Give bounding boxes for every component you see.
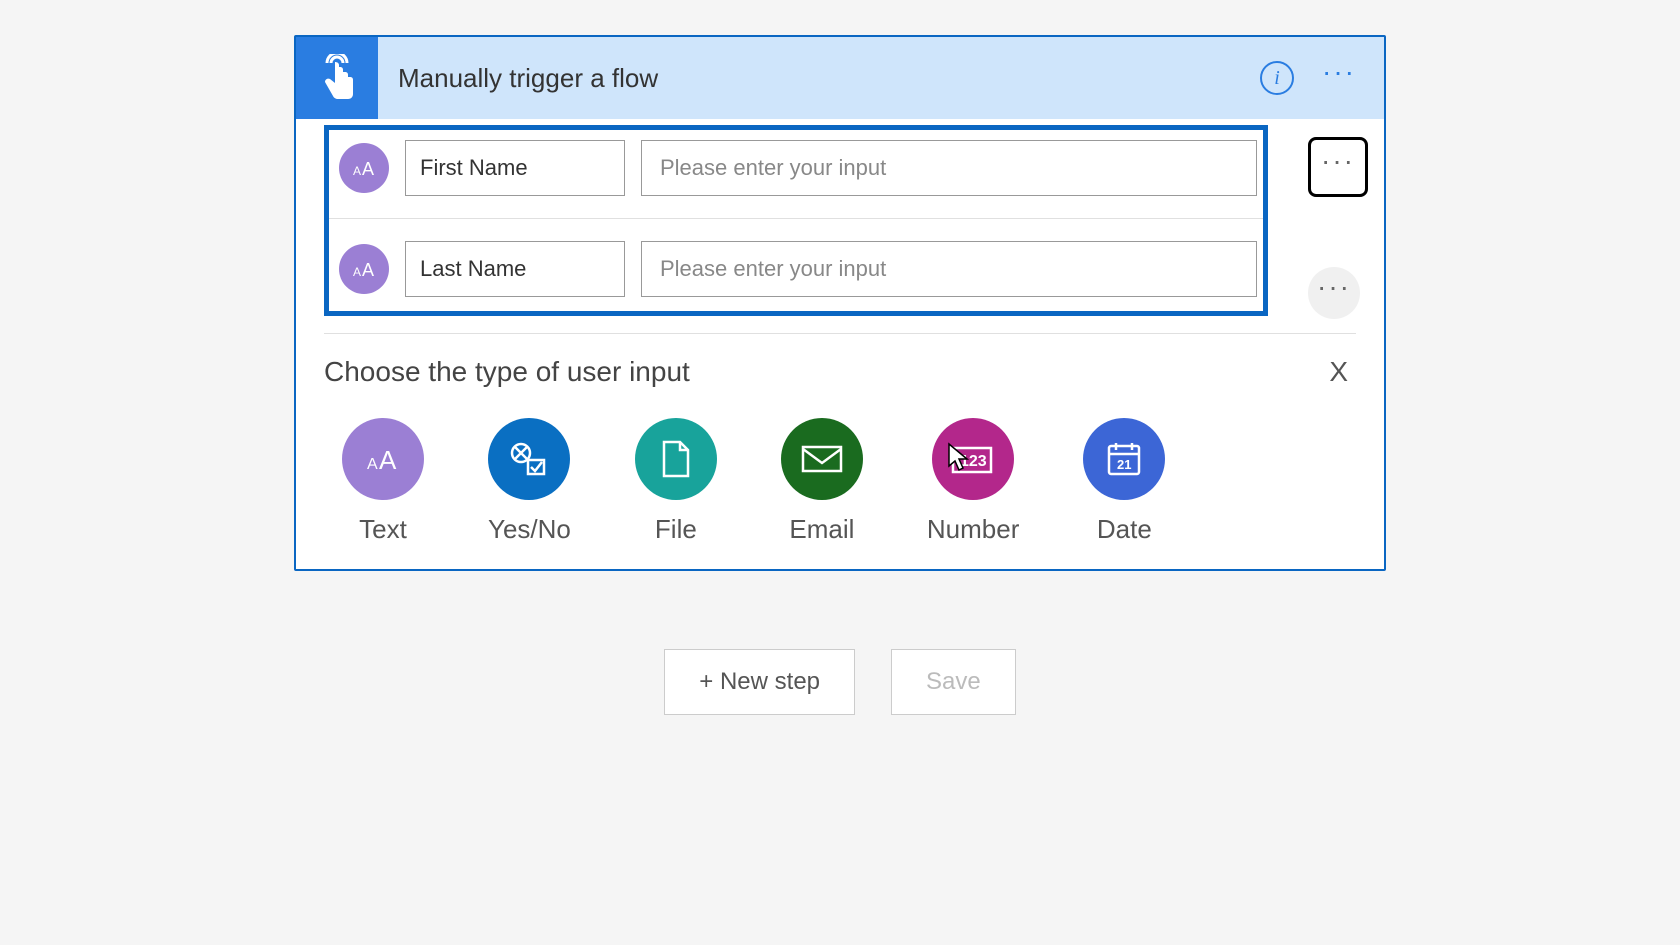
section-divider: [324, 333, 1356, 334]
svg-text:A: A: [353, 265, 361, 279]
trigger-icon-box: [296, 37, 378, 119]
svg-text:21: 21: [1117, 457, 1131, 472]
trigger-card: Manually trigger a flow i ··· A A: [294, 35, 1386, 571]
yesno-icon: [488, 418, 570, 500]
type-label: Date: [1097, 514, 1152, 545]
touch-icon: [315, 54, 359, 102]
trigger-header[interactable]: Manually trigger a flow i ···: [296, 37, 1384, 119]
row-divider: [329, 218, 1263, 219]
type-label: Yes/No: [488, 514, 571, 545]
input-value-field[interactable]: [641, 140, 1257, 196]
input-name-field[interactable]: [405, 241, 625, 297]
input-type-picker-title: Choose the type of user input: [324, 356, 690, 388]
svg-text:A: A: [353, 164, 361, 178]
svg-text:123: 123: [960, 453, 987, 470]
close-button[interactable]: X: [1321, 356, 1356, 388]
type-option-number[interactable]: 123 Number: [927, 418, 1019, 545]
trigger-menu-button[interactable]: ···: [1322, 58, 1356, 86]
input-item-menu-button[interactable]: ···: [1308, 137, 1368, 197]
input-row-first-name: A A: [329, 130, 1263, 206]
input-value-field[interactable]: [641, 241, 1257, 297]
type-option-file[interactable]: File: [635, 418, 717, 545]
input-type-picker: Choose the type of user input X A A Text: [296, 348, 1384, 569]
type-label: Email: [789, 514, 854, 545]
new-step-button[interactable]: + New step: [664, 649, 855, 715]
footer-buttons: + New step Save: [294, 649, 1386, 715]
type-label: Number: [927, 514, 1019, 545]
input-row-last-name: A A: [329, 231, 1263, 307]
trigger-title: Manually trigger a flow: [378, 63, 1260, 94]
type-option-email[interactable]: Email: [781, 418, 863, 545]
svg-text:A: A: [379, 445, 397, 475]
svg-text:A: A: [362, 260, 374, 280]
type-option-date[interactable]: 21 Date: [1083, 418, 1165, 545]
svg-text:A: A: [367, 456, 378, 473]
info-icon[interactable]: i: [1260, 61, 1294, 95]
save-button[interactable]: Save: [891, 649, 1016, 715]
number-icon: 123: [932, 418, 1014, 500]
text-icon: A A: [351, 256, 377, 282]
type-option-yesno[interactable]: Yes/No: [488, 418, 571, 545]
type-label: File: [655, 514, 697, 545]
email-icon: [781, 418, 863, 500]
input-name-field[interactable]: [405, 140, 625, 196]
text-type-badge: A A: [339, 244, 389, 294]
file-icon: [635, 418, 717, 500]
type-option-text[interactable]: A A Text: [342, 418, 424, 545]
inputs-highlight-box: A A A A: [324, 125, 1268, 316]
text-icon: A A: [351, 155, 377, 181]
type-label: Text: [359, 514, 407, 545]
svg-text:A: A: [362, 159, 374, 179]
text-type-badge: A A: [339, 143, 389, 193]
date-icon: 21: [1083, 418, 1165, 500]
input-item-menu-button[interactable]: ···: [1308, 267, 1360, 319]
text-icon: A A: [342, 418, 424, 500]
